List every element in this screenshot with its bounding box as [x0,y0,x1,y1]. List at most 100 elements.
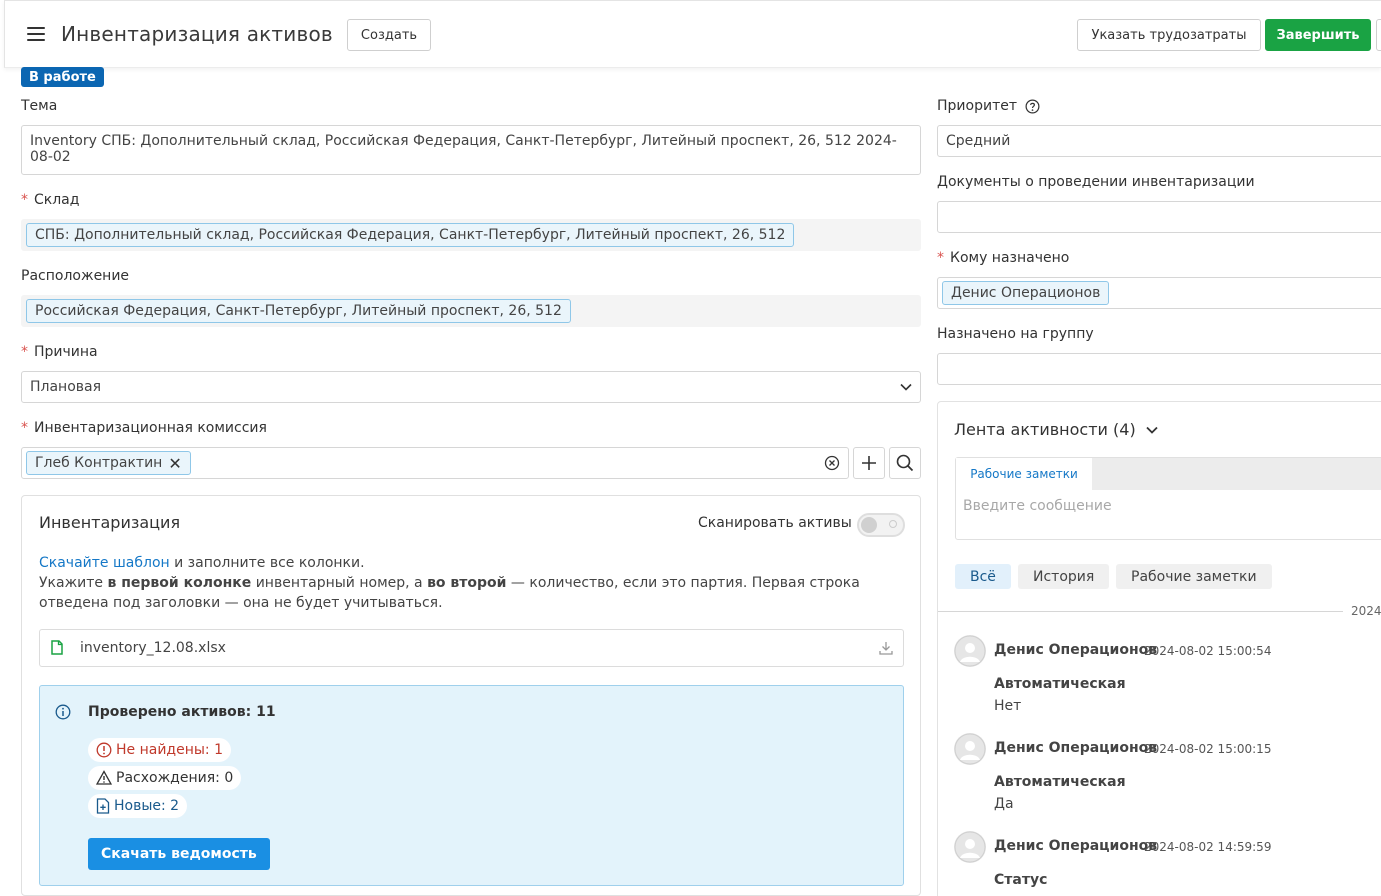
attached-file[interactable]: inventory_12.08.xlsx [39,629,904,667]
divider [938,611,1343,612]
filter-all[interactable]: Всё [955,564,1011,589]
instructions-bold: в первой колонке [107,575,252,591]
log-time-button[interactable]: Указать трудозатраты [1077,19,1261,51]
entry-author[interactable]: Денис Операционов [994,642,1157,658]
entry-value: Нет [994,698,1022,714]
entry-field: Автоматическая [994,676,1126,692]
reason-label-text: Причина [34,344,98,360]
subject-field[interactable]: Inventory СПБ: Дополнительный склад, Рос… [21,125,921,175]
location-label: Расположение [21,268,130,284]
not-found-text: Не найдены: 1 [116,742,223,758]
commission-field[interactable]: Глеб Контрактин ✕ [21,447,849,479]
subject-label: Тема [21,98,58,114]
discrepancies-badge[interactable]: Расхождения: 0 [88,766,242,790]
entry-time: 2024-08-02 15:00:15 [1144,742,1272,756]
not-found-badge[interactable]: Не найдены: 1 [88,738,231,762]
activity-title[interactable]: Лента активности (4) [954,420,1158,439]
help-icon[interactable] [1025,99,1040,114]
menu-icon[interactable] [27,27,45,41]
page-title: Инвентаризация активов [61,22,333,46]
reason-label: * Причина [21,344,98,360]
check-results-box: Проверено активов: 11 Не найдены: 1 Расх… [39,685,904,886]
new-items-badge[interactable]: Новые: 2 [88,794,188,818]
file-icon [51,640,63,655]
chevron-down-icon [900,383,912,391]
plus-icon [862,456,876,470]
entry-value: Да [994,796,1014,812]
search-button[interactable] [889,447,921,479]
documents-field[interactable] [937,201,1381,233]
activity-feed: Лента активности (4) Рабочие заметки Вве… [937,401,1381,896]
scan-assets-toggle[interactable] [857,513,905,537]
chevron-down-icon [1146,426,1158,434]
reason-value: Плановая [30,379,102,395]
filter-history[interactable]: История [1018,564,1110,589]
warehouse-chip[interactable]: СПБ: Дополнительный склад, Российская Фе… [26,223,795,247]
info-icon [55,704,71,720]
download-icon[interactable] [879,641,893,655]
alert-circle-icon [96,742,112,758]
avatar [954,831,986,863]
required-mark: * [937,250,944,266]
entry-time: 2024-08-02 14:59:59 [1144,840,1272,854]
avatar [954,733,986,765]
group-label: Назначено на группу [937,326,1094,342]
instructions-line-1: и заполните все колонки. [169,555,365,571]
message-input[interactable]: Введите сообщение [963,498,1112,514]
more-button[interactable] [1376,19,1381,51]
entry-author[interactable]: Денис Операционов [994,740,1157,756]
required-mark: * [21,420,28,436]
finish-button[interactable]: Завершить [1265,19,1371,51]
priority-value: Средний [946,133,1011,149]
search-icon [896,454,914,472]
assignee-chip[interactable]: Денис Операционов [942,281,1110,305]
assignee-label: * Кому назначено [937,250,1069,266]
filter-work-notes[interactable]: Рабочие заметки [1116,564,1272,589]
remove-icon[interactable]: ✕ [168,454,181,473]
entry-field: Автоматическая [994,774,1126,790]
status-badge: В работе [21,67,104,87]
inventory-panel: Инвентаризация Сканировать активы Скачай… [21,495,921,896]
group-field[interactable] [937,353,1381,385]
priority-select[interactable]: Средний [937,125,1381,157]
top-bar: Инвентаризация активов Создать Указать т… [4,0,1381,68]
priority-label-text: Приоритет [937,98,1017,114]
assignee-field[interactable]: Денис Операционов [937,277,1381,309]
warehouse-label-text: Склад [34,192,80,208]
location-field[interactable]: Российская Федерация, Санкт-Петербург, Л… [21,295,921,327]
tab-work-notes[interactable]: Рабочие заметки [956,458,1092,490]
entry-author[interactable]: Денис Операционов [994,838,1157,854]
reason-select[interactable]: Плановая [21,371,921,403]
activity-title-text: Лента активности (4) [954,420,1136,439]
note-composer: Рабочие заметки Введите сообщение [955,457,1381,540]
priority-label: Приоритет [937,98,1040,114]
note-tabs: Рабочие заметки [956,458,1381,490]
inventory-title: Инвентаризация [39,513,181,532]
required-mark: * [21,344,28,360]
new-file-icon [96,798,110,814]
instructions: Скачайте шаблон и заполните все колонки.… [39,553,899,613]
date-separator: 2024- [1351,604,1381,618]
create-button[interactable]: Создать [347,19,431,51]
clear-icon[interactable] [824,455,840,471]
new-items-text: Новые: 2 [114,798,180,814]
required-mark: * [21,192,28,208]
warehouse-label: * Склад [21,192,79,208]
entry-time: 2024-08-02 15:00:54 [1144,644,1272,658]
avatar [954,635,986,667]
scan-assets-label: Сканировать активы [698,515,852,531]
download-template-link[interactable]: Скачайте шаблон [39,555,170,571]
download-report-button[interactable]: Скачать ведомость [88,838,270,870]
entry-field: Статус [994,872,1048,888]
commission-member: Глеб Контрактин [35,455,163,471]
instructions-bold: во второй [427,575,507,591]
instructions-part: Укажите [39,575,108,591]
location-chip[interactable]: Российская Федерация, Санкт-Петербург, Л… [26,299,571,323]
documents-label: Документы о проведении инвентаризации [937,174,1255,190]
discrepancies-text: Расхождения: 0 [116,770,234,786]
add-button[interactable] [853,447,885,479]
warehouse-field[interactable]: СПБ: Дополнительный склад, Российская Фе… [21,219,921,251]
subject-value: Inventory СПБ: Дополнительный склад, Рос… [30,133,897,165]
file-name: inventory_12.08.xlsx [80,640,226,656]
commission-label: * Инвентаризационная комиссия [21,420,267,436]
